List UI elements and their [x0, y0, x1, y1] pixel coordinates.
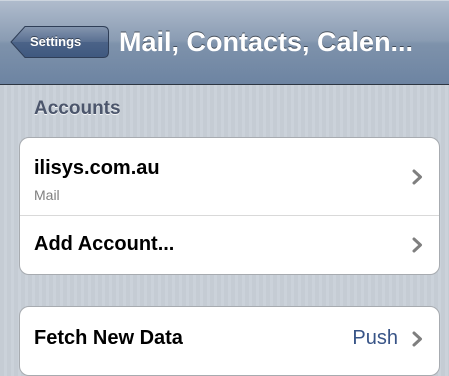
chevron-right-icon [412, 169, 422, 185]
add-account-cell[interactable]: Add Account... [20, 216, 439, 274]
add-account-label: Add Account... [34, 233, 175, 255]
fetch-new-data-label: Fetch New Data [34, 327, 183, 349]
fetch-mode-value: Push [352, 327, 398, 349]
page-title: Mail, Contacts, Calen... [119, 27, 414, 57]
settings-back-button[interactable]: Settings [10, 25, 110, 59]
back-button-label: Settings [30, 34, 82, 49]
chevron-right-icon [412, 331, 422, 347]
fetch-group: Fetch New Data Push [19, 306, 440, 376]
accounts-group: ilisys.com.au Mail Add Account... [19, 137, 440, 275]
navigation-bar: Settings Mail, Contacts, Calen... [0, 0, 449, 85]
accounts-section-header: Accounts [34, 98, 121, 119]
account-cell-ilisys[interactable]: ilisys.com.au Mail [20, 138, 439, 215]
fetch-new-data-cell[interactable]: Fetch New Data Push [20, 307, 439, 375]
chevron-right-icon [412, 237, 422, 253]
account-name: ilisys.com.au [34, 157, 160, 179]
account-type: Mail [34, 187, 60, 203]
